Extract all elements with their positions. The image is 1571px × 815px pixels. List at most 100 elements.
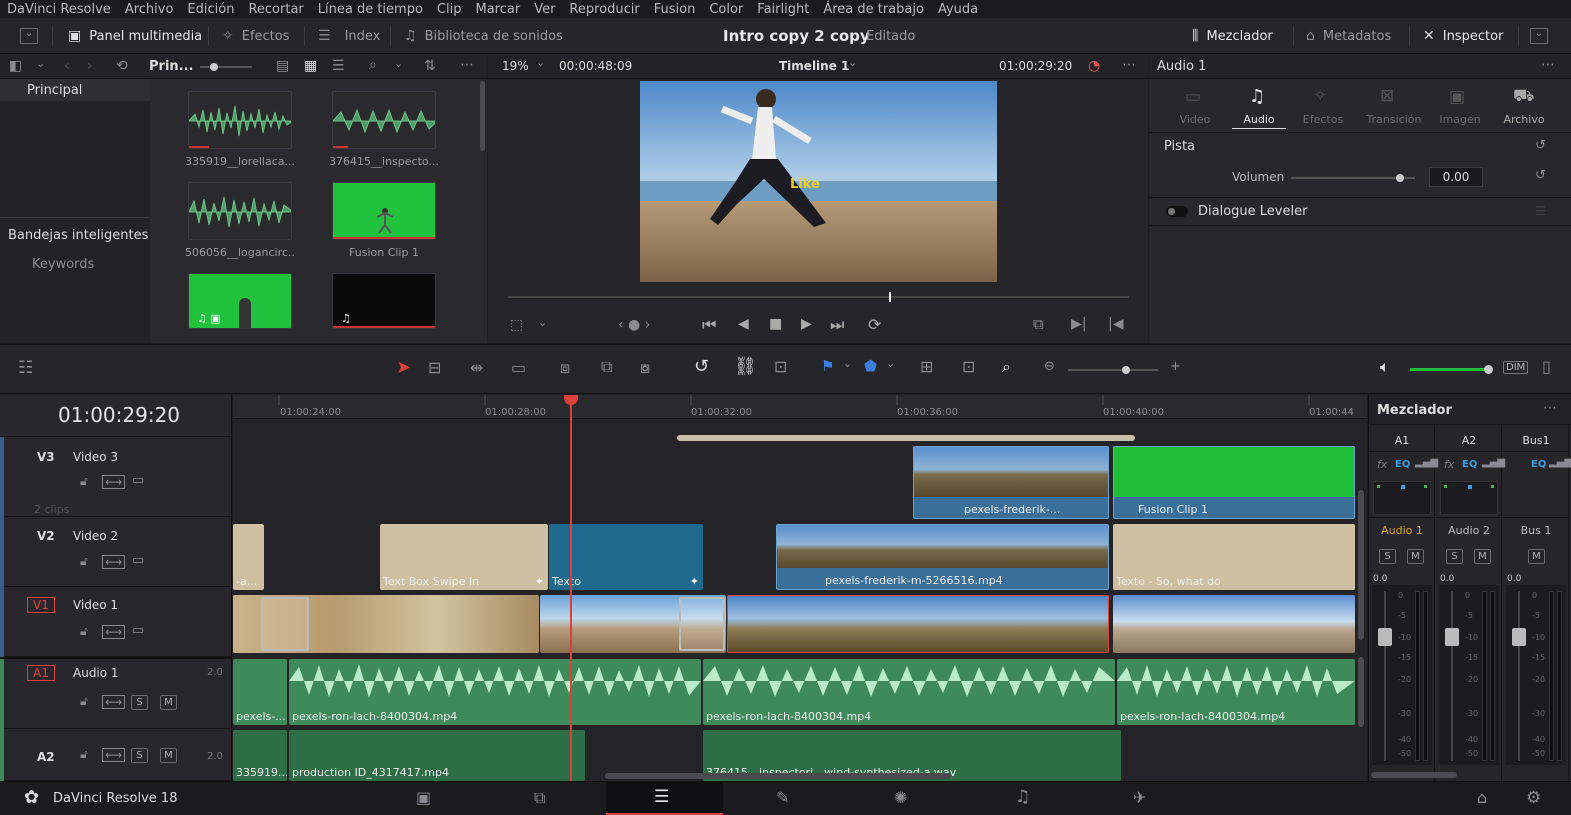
workspace-toggle-button[interactable]: ⌄ xyxy=(20,18,38,54)
thumbnail-view-icon[interactable]: ▦ xyxy=(304,59,317,73)
media-clip-335919[interactable] xyxy=(188,91,292,149)
fusion-page-icon[interactable]: ✎ xyxy=(776,790,789,806)
media-page-icon[interactable]: ▣ xyxy=(416,790,431,806)
clip-v3-pexels-frederik[interactable]: pexels-frederik-... xyxy=(913,446,1109,519)
tab-image[interactable]: Imagen xyxy=(1430,113,1490,126)
lock-icon[interactable]: 🔓︎ xyxy=(80,555,88,567)
menu-marcar[interactable]: Marcar xyxy=(468,2,527,17)
menu-edicion[interactable]: Edición xyxy=(180,2,241,17)
track-id-target[interactable]: A1 xyxy=(27,665,55,681)
chevron-down-icon[interactable]: ⌄ xyxy=(36,58,45,69)
clip-a1-partial[interactable]: pexels-... xyxy=(233,659,287,725)
video-track-scrollbar[interactable] xyxy=(1358,490,1364,640)
fairlight-page-icon[interactable]: ♫ xyxy=(1015,789,1030,806)
more-options-icon[interactable]: ⋯ xyxy=(1543,401,1557,415)
timeline-view-options-icon[interactable]: ☷ xyxy=(18,360,33,377)
zoom-out-icon[interactable]: ⊖ xyxy=(1044,360,1055,373)
media-clip-black[interactable]: ♫ xyxy=(332,273,436,329)
mixer-mute-button[interactable]: M xyxy=(1474,549,1491,564)
volume-slider[interactable] xyxy=(1291,174,1415,182)
playhead[interactable] xyxy=(570,395,572,781)
master-volume-slider[interactable] xyxy=(1410,365,1493,374)
track-name[interactable]: Video 2 xyxy=(73,529,118,543)
snapping-icon[interactable]: ↺ xyxy=(694,358,709,376)
menu-recortar[interactable]: Recortar xyxy=(241,2,310,17)
track-header-a1[interactable]: A1 Audio 1 2.0 🔓︎ ⟷ S M xyxy=(0,657,232,731)
clip-v2-texto-so-what[interactable]: Texto - So, what do xyxy=(1113,524,1355,590)
zoom-in-icon[interactable]: + xyxy=(1170,360,1181,373)
menu-ayuda[interactable]: Ayuda xyxy=(931,2,985,17)
clip-v2-texto[interactable]: Texto ✦ xyxy=(549,524,703,590)
collapse-button[interactable]: ⌄ xyxy=(1530,18,1548,54)
replace-clip-icon[interactable]: ⧇ xyxy=(640,360,650,376)
reset-icon[interactable]: ↺ xyxy=(1535,169,1546,182)
menu-archivo[interactable]: Archivo xyxy=(118,2,181,17)
audio-track-scrollbar[interactable] xyxy=(1358,657,1364,727)
chevron-down-icon[interactable]: ⌄ xyxy=(843,358,852,369)
volume-icon[interactable]: 🔈︎ xyxy=(1380,359,1390,375)
drag-handle-icon[interactable]: ☰ xyxy=(1535,205,1546,217)
track-name[interactable]: Video 1 xyxy=(73,598,118,612)
dynamic-trim-icon[interactable]: ⇹ xyxy=(470,360,483,376)
auto-select-icon[interactable]: ⟷ xyxy=(102,475,126,489)
fx-label[interactable]: fx xyxy=(1444,458,1454,471)
clip-a1-ron-lach-1[interactable]: pexels-ron-lach-8400304.mp4 xyxy=(289,659,701,725)
zoom-custom-icon[interactable]: ⌕ xyxy=(1002,359,1011,375)
track-header-v2[interactable]: V2 Video 2 🔓︎ ⟷ ▭ xyxy=(0,517,232,587)
flag-icon[interactable]: ⚑ xyxy=(821,359,834,374)
chevron-down-icon[interactable]: ⌄ xyxy=(538,317,547,328)
first-frame-icon[interactable]: ⏮ xyxy=(702,317,716,333)
audio-tab-icon[interactable]: ♫ xyxy=(1249,88,1265,106)
list-view-icon[interactable]: ☰ xyxy=(332,59,345,73)
thumb-size-slider[interactable] xyxy=(200,63,252,71)
clip-v1-beach-dance[interactable] xyxy=(1113,595,1355,653)
master-volume-knob[interactable] xyxy=(1484,365,1493,374)
dialogue-leveler-toggle[interactable] xyxy=(1166,206,1188,217)
track-enable-icon[interactable]: ▭ xyxy=(132,474,144,487)
more-options-icon[interactable]: ⋯ xyxy=(460,58,474,72)
media-scrollbar[interactable] xyxy=(480,81,485,151)
search-icon[interactable]: ⌕ xyxy=(369,58,377,72)
chevron-left-icon[interactable]: ‹ xyxy=(64,59,70,73)
stop-icon[interactable]: ■ xyxy=(769,317,782,331)
fader-knob[interactable] xyxy=(1445,628,1459,646)
clip-v2-partial[interactable]: -a... xyxy=(233,524,264,590)
chevron-down-icon[interactable]: ⌄ xyxy=(536,57,545,68)
menu-color[interactable]: Color xyxy=(702,2,750,17)
image-tab-icon[interactable]: ▣ xyxy=(1449,89,1465,106)
track-enable-icon[interactable]: ▭ xyxy=(132,624,144,637)
auto-select-icon[interactable]: ⟷ xyxy=(102,555,126,569)
mixer-button[interactable]: ⫼ Mezclador xyxy=(1192,18,1273,54)
play-reverse-icon[interactable]: ◀ xyxy=(738,317,749,331)
tab-transition[interactable]: Transición xyxy=(1361,113,1427,126)
transition-tab-icon[interactable]: ⊠ xyxy=(1380,88,1394,105)
menu-app[interactable]: DaVinci Resolve xyxy=(0,2,118,17)
zoom-level[interactable]: 19% xyxy=(502,59,529,73)
edit-page-tab[interactable]: ☰ xyxy=(606,782,723,815)
panel-toggle-icon[interactable]: ◧ xyxy=(9,59,22,73)
volume-value-field[interactable]: 0.00 xyxy=(1429,167,1483,187)
chevron-down-icon[interactable]: ⌄ xyxy=(394,58,403,69)
track-name[interactable]: Audio 1 xyxy=(73,666,119,680)
insert-clip-icon[interactable]: ⧈ xyxy=(560,360,570,376)
more-options-icon[interactable]: ⋯ xyxy=(1122,58,1136,72)
overwrite-clip-icon[interactable]: ⧉ xyxy=(601,359,612,375)
transition-marker[interactable] xyxy=(261,597,309,651)
menu-ver[interactable]: Ver xyxy=(527,2,562,17)
tab-file[interactable]: Archivo xyxy=(1494,113,1554,126)
eq-label[interactable]: EQ xyxy=(1395,459,1410,470)
menu-linea-de-tiempo[interactable]: Línea de tiempo xyxy=(311,2,430,17)
mixer-solo-button[interactable]: S xyxy=(1446,549,1463,564)
meter-icon[interactable]: ▯ xyxy=(1542,359,1551,375)
zoom-detail-icon[interactable]: ⊡ xyxy=(962,359,975,375)
zoom-full-icon[interactable]: ⊞ xyxy=(920,359,933,375)
media-clip-fusion[interactable] xyxy=(332,182,436,240)
pan-control[interactable] xyxy=(1373,481,1431,515)
timeline-ruler[interactable]: 01:00:24:00 01:00:28:00 01:00:32:00 01:0… xyxy=(233,395,1367,419)
sound-library-button[interactable]: ♫ Biblioteca de sonidos xyxy=(404,18,563,54)
tab-effects[interactable]: Efectos xyxy=(1293,113,1353,126)
mixer-mute-button[interactable]: M xyxy=(1407,549,1424,564)
home-icon[interactable]: ⌂ xyxy=(1477,790,1487,806)
sort-icon[interactable]: ⇅ xyxy=(424,59,436,73)
video-tab-icon[interactable]: ▭ xyxy=(1185,89,1201,106)
